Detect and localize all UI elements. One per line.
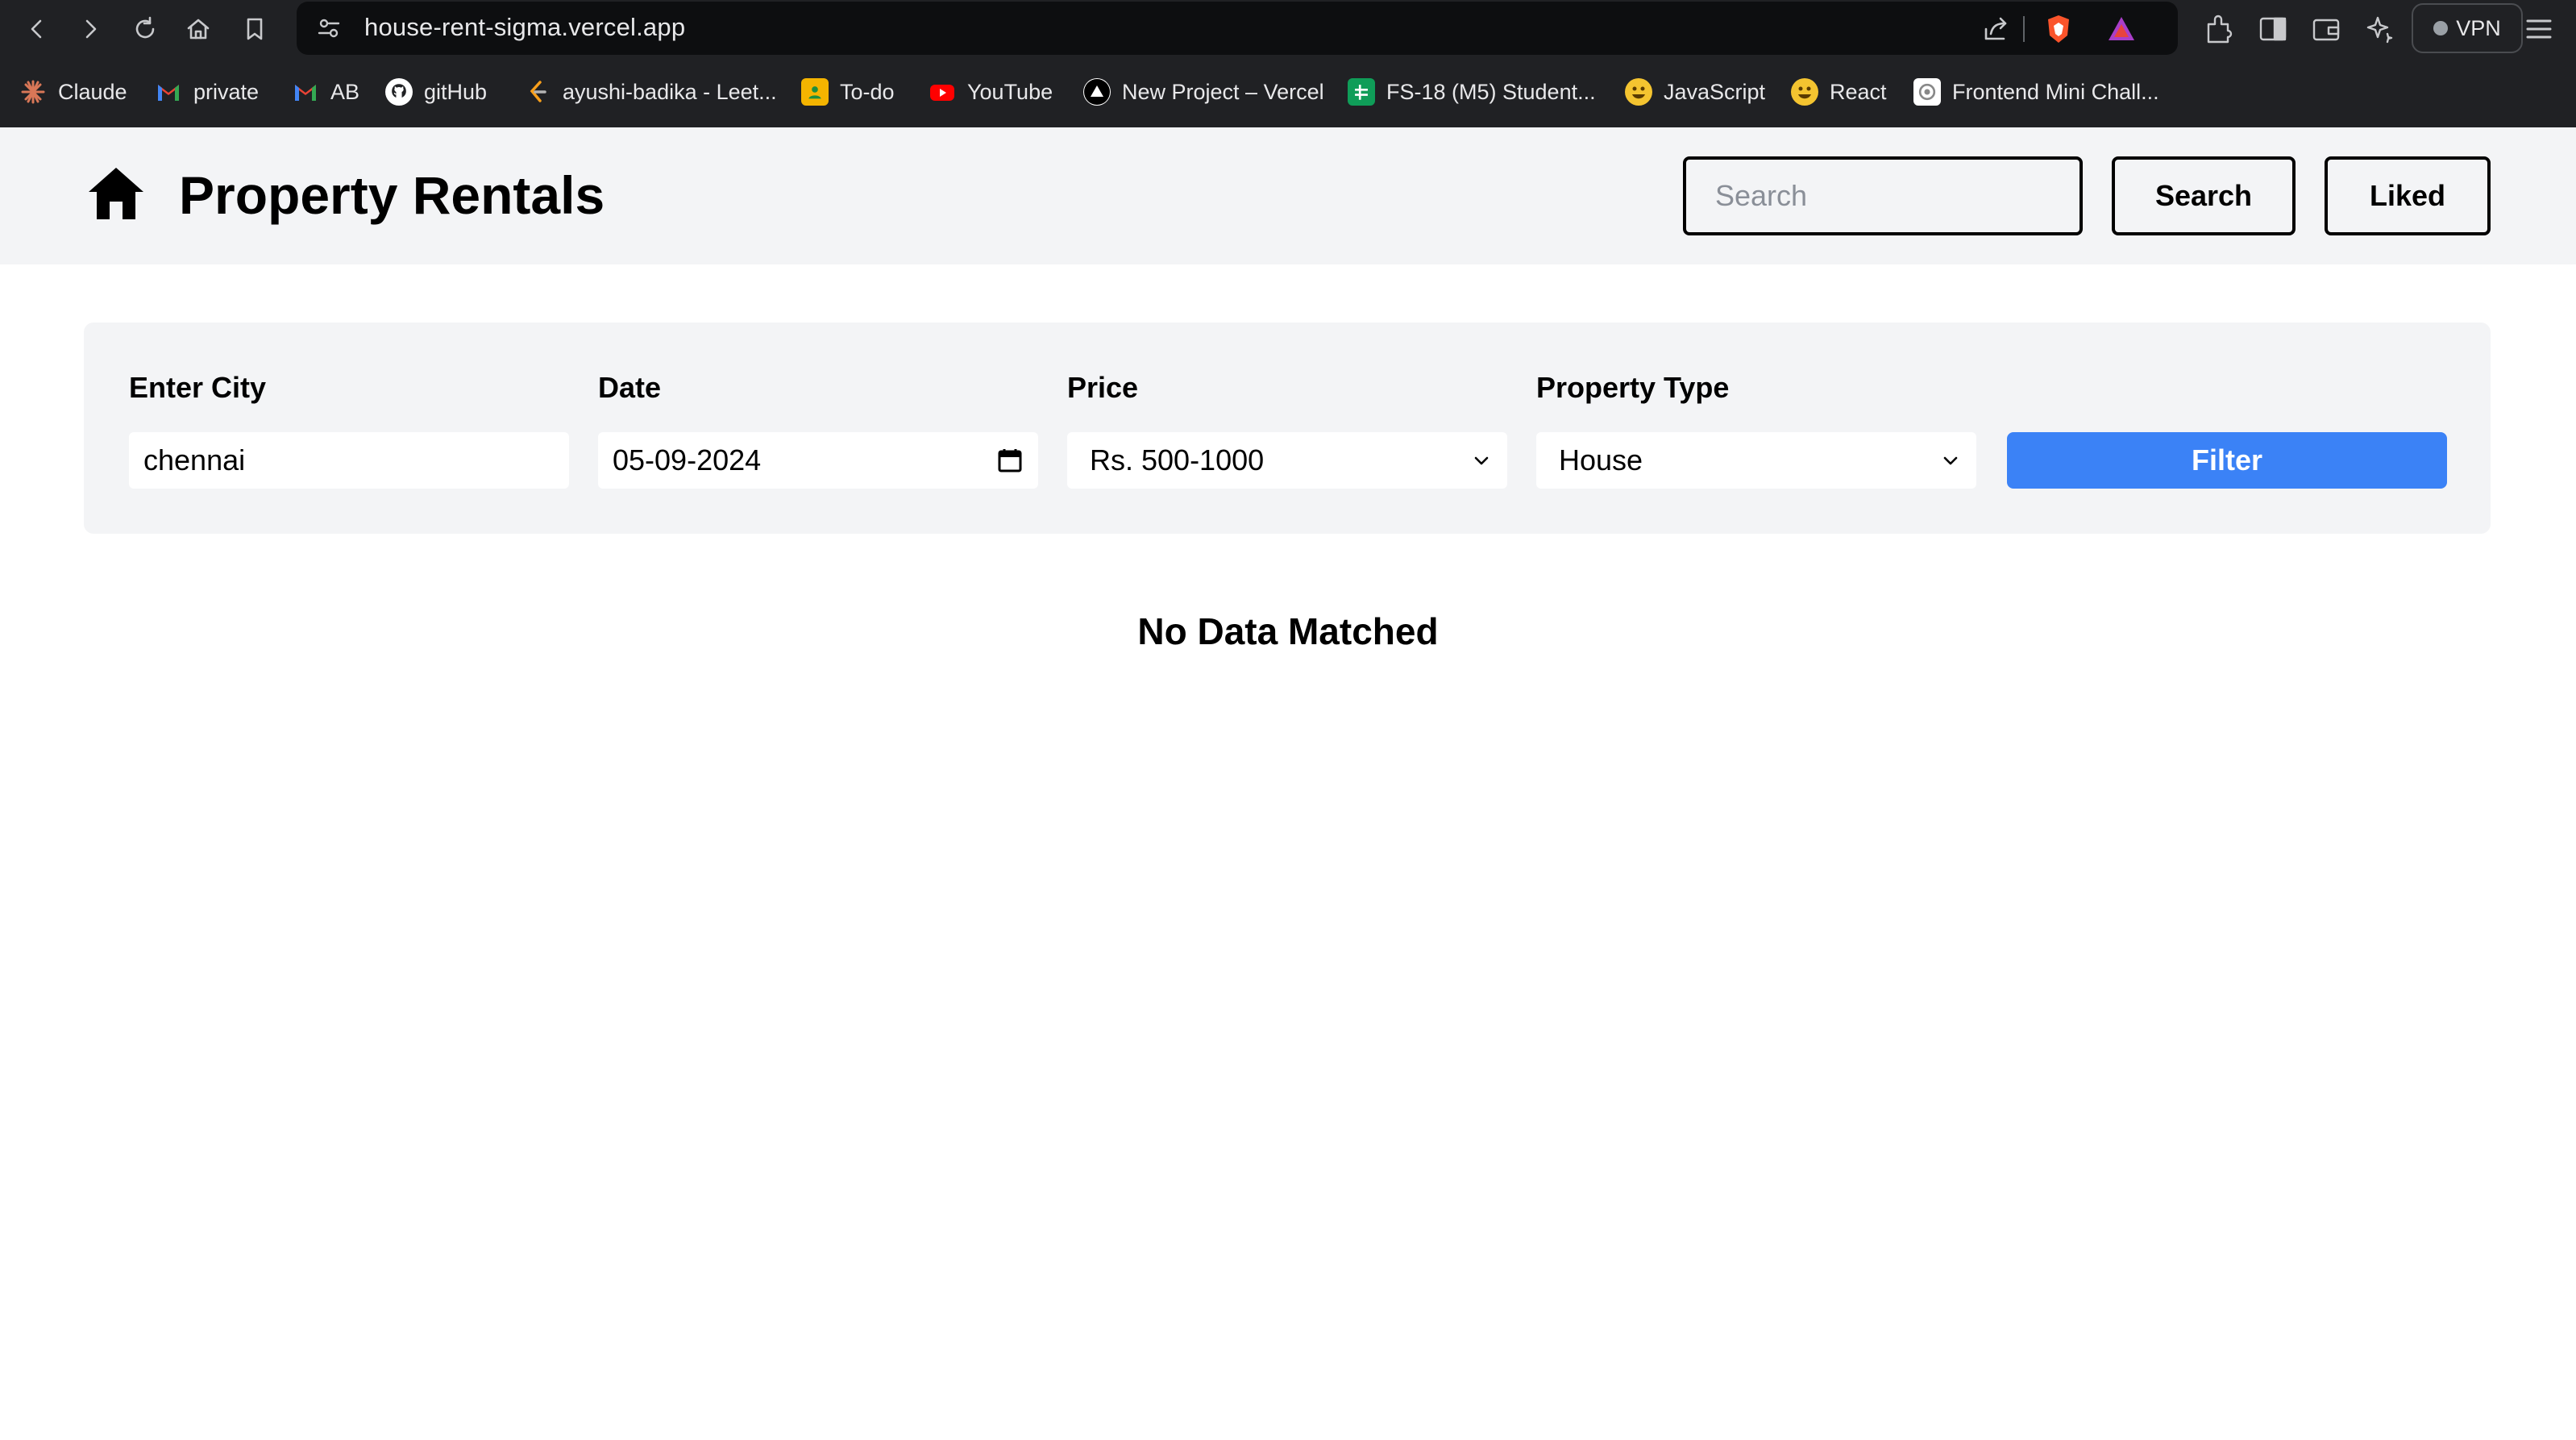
leetcode-icon <box>524 78 551 106</box>
vercel-icon <box>1083 78 1111 106</box>
bookmark-label: private <box>193 79 260 104</box>
leo-ai-icon[interactable] <box>2362 11 2397 47</box>
bookmark-leetcode[interactable]: ayushi-badika - Leet... <box>524 74 777 110</box>
bookmark-label: Frontend Mini Chall... <box>1952 79 2159 104</box>
search-input[interactable] <box>1683 156 2083 235</box>
date-label: Date <box>598 371 662 404</box>
liked-button[interactable]: Liked <box>2325 156 2491 235</box>
vpn-button[interactable]: VPN <box>2412 3 2523 53</box>
vpn-label: VPN <box>2456 15 2501 40</box>
emoji-icon <box>1625 78 1652 106</box>
brave-shields-icon[interactable] <box>2042 13 2075 45</box>
bookmark-todo[interactable]: To-do <box>801 74 895 110</box>
share-icon[interactable] <box>1980 13 2012 45</box>
page-title: Property Rentals <box>179 165 605 225</box>
url-text[interactable]: house-rent-sigma.vercel.app <box>364 13 685 42</box>
city-input[interactable]: chennai <box>129 432 569 489</box>
bookmark-frontend-mentor[interactable]: Frontend Mini Chall... <box>1913 74 2159 110</box>
chevron-left-icon <box>31 19 42 39</box>
bookmark-label: gitHub <box>424 79 488 104</box>
bookmarks-bar: Claude private AB gitHub ayushi-badika -… <box>0 65 2576 118</box>
brave-rewards-icon[interactable] <box>2105 13 2138 45</box>
city-value: chennai <box>143 443 246 477</box>
bookmark-javascript[interactable]: JavaScript <box>1625 74 1765 110</box>
gmail-icon <box>155 78 182 106</box>
divider <box>2023 16 2025 42</box>
no-results-message: No Data Matched <box>1137 610 1439 652</box>
bookmark-sheets[interactable]: FS-18 (M5) Student... <box>1348 74 1596 110</box>
bookmark-github[interactable]: gitHub <box>385 74 487 110</box>
calendar-icon[interactable] <box>996 447 1024 474</box>
sidebar-icon[interactable] <box>2255 11 2291 47</box>
frontend-icon <box>1913 78 1941 106</box>
bookmark-icon <box>247 18 263 40</box>
bookmark-vercel[interactable]: New Project – Vercel <box>1083 74 1324 110</box>
bookmark-label: JavaScript <box>1664 79 1766 104</box>
emoji-icon <box>1791 78 1818 106</box>
bookmark-label: FS-18 (M5) Student... <box>1386 79 1596 104</box>
date-input[interactable]: 05-09-2024 <box>598 432 1038 489</box>
sheets-icon <box>1348 78 1375 106</box>
address-bar[interactable]: house-rent-sigma.vercel.app <box>297 2 2178 55</box>
reload-button[interactable] <box>124 8 166 50</box>
date-value: 05-09-2024 <box>613 443 762 477</box>
claude-icon <box>19 78 47 106</box>
bookmark-label: React <box>1830 79 1887 104</box>
bookmark-label: Claude <box>58 79 127 104</box>
bookmark-youtube[interactable]: YouTube <box>929 74 1053 110</box>
browser-menu-icon[interactable] <box>2521 11 2557 47</box>
bookmark-label: To-do <box>840 79 895 104</box>
todo-icon <box>801 78 829 106</box>
bookmark-label: New Project – Vercel <box>1122 79 1324 104</box>
bookmark-label: ayushi-badika - Leet... <box>563 79 777 104</box>
github-icon <box>385 78 413 106</box>
extensions-icon[interactable] <box>2200 11 2236 47</box>
browser-chrome: house-rent-sigma.vercel.app VPN Claude p… <box>0 0 2576 127</box>
property-type-label: Property Type <box>1536 371 1730 404</box>
reload-icon <box>135 16 155 39</box>
home-outline-icon <box>187 19 210 40</box>
price-value: Rs. 500-1000 <box>1090 443 1265 477</box>
price-select[interactable]: Rs. 500-1000 <box>1067 432 1507 489</box>
forward-button[interactable] <box>69 8 111 50</box>
bookmark-claude[interactable]: Claude <box>19 74 127 110</box>
back-button[interactable] <box>16 8 58 50</box>
bookmark-ab[interactable]: AB <box>292 74 359 110</box>
bookmark-react[interactable]: React <box>1791 74 1887 110</box>
chevron-right-icon <box>85 19 97 39</box>
bookmark-private[interactable]: private <box>155 74 259 110</box>
property-type-value: House <box>1559 443 1643 477</box>
wallet-icon[interactable] <box>2308 11 2344 47</box>
app-header: Property Rentals Search Liked <box>0 127 2576 264</box>
gmail-icon <box>292 78 319 106</box>
property-type-select[interactable]: House <box>1536 432 1976 489</box>
city-label: Enter City <box>129 371 267 404</box>
price-label: Price <box>1067 371 1139 404</box>
browser-toolbar: house-rent-sigma.vercel.app VPN <box>0 0 2576 58</box>
youtube-icon <box>929 78 956 106</box>
bookmark-button[interactable] <box>234 8 276 50</box>
search-button[interactable]: Search <box>2112 156 2296 235</box>
vpn-status-icon <box>2433 21 2449 35</box>
chevron-down-icon <box>1474 456 1489 465</box>
bookmark-label: AB <box>330 79 360 104</box>
home-button[interactable] <box>177 8 219 50</box>
bookmark-label: YouTube <box>967 79 1053 104</box>
home-icon <box>85 163 147 224</box>
chevron-down-icon <box>1943 456 1958 465</box>
filter-button[interactable]: Filter <box>2007 432 2447 489</box>
filter-panel: Enter City chennai Date 05-09-2024 Price… <box>84 323 2491 534</box>
site-settings-icon[interactable] <box>314 14 343 43</box>
